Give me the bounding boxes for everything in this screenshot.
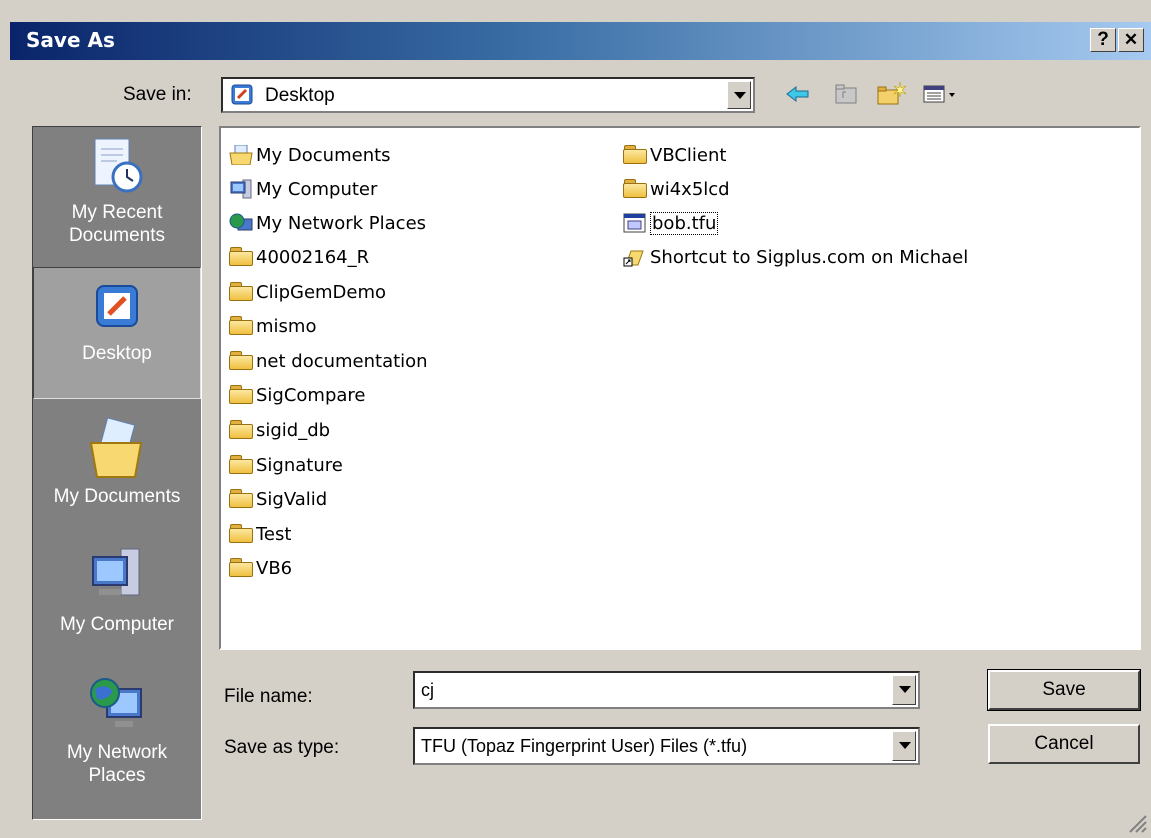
save-as-type-value: TFU (Topaz Fingerprint User) Files (*.tf…	[421, 736, 748, 756]
place-label: My Documents	[53, 486, 181, 507]
file-name: My Computer	[256, 178, 378, 200]
list-item[interactable]: net documentation	[229, 346, 428, 376]
recent-documents-icon	[94, 138, 143, 193]
file-name: sigid_db	[256, 419, 331, 441]
folder-icon	[229, 524, 253, 544]
place-label-2: Places	[88, 765, 146, 786]
up-folder-icon[interactable]	[832, 80, 860, 108]
resize-grip-icon[interactable]	[1124, 810, 1148, 834]
back-arrow-icon[interactable]	[784, 80, 812, 108]
list-item[interactable]: My Documents	[229, 140, 391, 170]
folder-icon	[229, 247, 253, 267]
folder-icon	[229, 558, 253, 578]
my-network-places-icon	[90, 678, 142, 727]
desktop-icon	[231, 83, 255, 107]
file-name-label: File name:	[224, 686, 313, 707]
list-item[interactable]: Test	[229, 519, 291, 549]
chevron-down-icon[interactable]	[727, 81, 751, 109]
save-in-label: Save in:	[123, 84, 192, 105]
file-name: bob.tfu	[650, 211, 719, 235]
list-item[interactable]: My Computer	[229, 174, 377, 204]
file-name: My Documents	[256, 144, 391, 166]
help-button[interactable]: ?	[1090, 28, 1116, 52]
title-bar: Save As ? ✕	[10, 22, 1151, 60]
file-name-value: cj	[421, 680, 434, 700]
folder-icon	[623, 179, 647, 199]
file-name-input[interactable]: cj	[413, 671, 920, 709]
folder-icon	[229, 385, 253, 405]
place-my-network-places[interactable]: My Network Places	[33, 671, 201, 811]
file-name: VB6	[256, 557, 293, 579]
folder-icon	[229, 420, 253, 440]
list-item[interactable]: bob.tfu	[623, 208, 719, 238]
place-label: My Computer	[59, 614, 175, 635]
place-my-recent-documents[interactable]: My Recent Documents	[33, 133, 201, 261]
my-computer-icon	[92, 548, 140, 596]
list-item[interactable]: Signature	[229, 450, 343, 480]
close-button[interactable]: ✕	[1118, 28, 1144, 52]
list-item[interactable]: sigid_db	[229, 415, 330, 445]
place-label-2: Documents	[68, 225, 166, 246]
file-name: SigValid	[256, 488, 328, 510]
folder-icon	[623, 145, 647, 165]
network-places-icon	[229, 213, 253, 231]
list-item[interactable]: mismo	[229, 311, 316, 341]
save-button[interactable]: Save	[987, 669, 1141, 711]
shortcut-icon	[623, 250, 644, 267]
save-as-type-dropdown[interactable]: TFU (Topaz Fingerprint User) Files (*.tf…	[413, 727, 920, 765]
place-my-computer[interactable]: My Computer	[33, 541, 201, 665]
cancel-button[interactable]: Cancel	[988, 724, 1140, 764]
new-folder-icon[interactable]	[876, 80, 907, 108]
view-menu-icon[interactable]	[922, 80, 962, 108]
my-documents-icon	[89, 417, 143, 478]
file-name: Shortcut to Sigplus.com on Michael	[650, 246, 969, 268]
file-name: Signature	[256, 454, 343, 476]
list-item[interactable]: My Network Places	[229, 208, 426, 238]
list-item[interactable]: wi4x5lcd	[623, 174, 730, 204]
list-item[interactable]: Shortcut to Sigplus.com on Michael	[623, 242, 968, 272]
place-label: My Recent	[71, 202, 163, 223]
folder-icon	[229, 316, 253, 336]
place-my-documents[interactable]: My Documents	[33, 409, 201, 533]
list-item[interactable]: VB6	[229, 553, 292, 583]
folder-icon	[229, 489, 253, 509]
place-label: My Network	[66, 742, 168, 763]
list-item[interactable]: ClipGemDemo	[229, 277, 386, 307]
file-name: SigCompare	[256, 384, 366, 406]
folder-icon	[229, 282, 253, 302]
save-in-value: Desktop	[265, 85, 335, 106]
my-computer-icon	[230, 179, 252, 199]
file-name: mismo	[256, 315, 317, 337]
desktop-icon	[96, 285, 138, 327]
places-bar: My Recent Documents Desktop My Documents…	[32, 126, 202, 820]
file-name: My Network Places	[256, 212, 427, 234]
chevron-down-icon[interactable]	[892, 731, 916, 761]
place-desktop[interactable]: Desktop	[33, 267, 201, 399]
file-name: net documentation	[256, 350, 428, 372]
folder-icon	[229, 455, 253, 475]
tfu-file-icon	[623, 213, 646, 233]
file-name: Test	[256, 523, 292, 545]
file-name: VBClient	[650, 144, 727, 166]
file-list[interactable]: My Documents My Computer My Network Plac…	[219, 126, 1141, 650]
window-title: Save As	[26, 28, 115, 52]
file-name: 40002164_R	[256, 246, 370, 268]
my-documents-icon	[229, 145, 253, 165]
list-item[interactable]: SigValid	[229, 484, 327, 514]
save-as-type-label: Save as type:	[224, 737, 340, 758]
save-in-dropdown[interactable]: Desktop	[221, 77, 755, 113]
list-item[interactable]: 40002164_R	[229, 242, 369, 272]
file-name: ClipGemDemo	[256, 281, 387, 303]
list-item[interactable]: VBClient	[623, 140, 726, 170]
folder-icon	[229, 351, 253, 371]
place-label: Desktop	[82, 343, 152, 364]
file-name: wi4x5lcd	[650, 178, 730, 200]
list-item[interactable]: SigCompare	[229, 380, 366, 410]
chevron-down-icon[interactable]	[892, 675, 916, 705]
